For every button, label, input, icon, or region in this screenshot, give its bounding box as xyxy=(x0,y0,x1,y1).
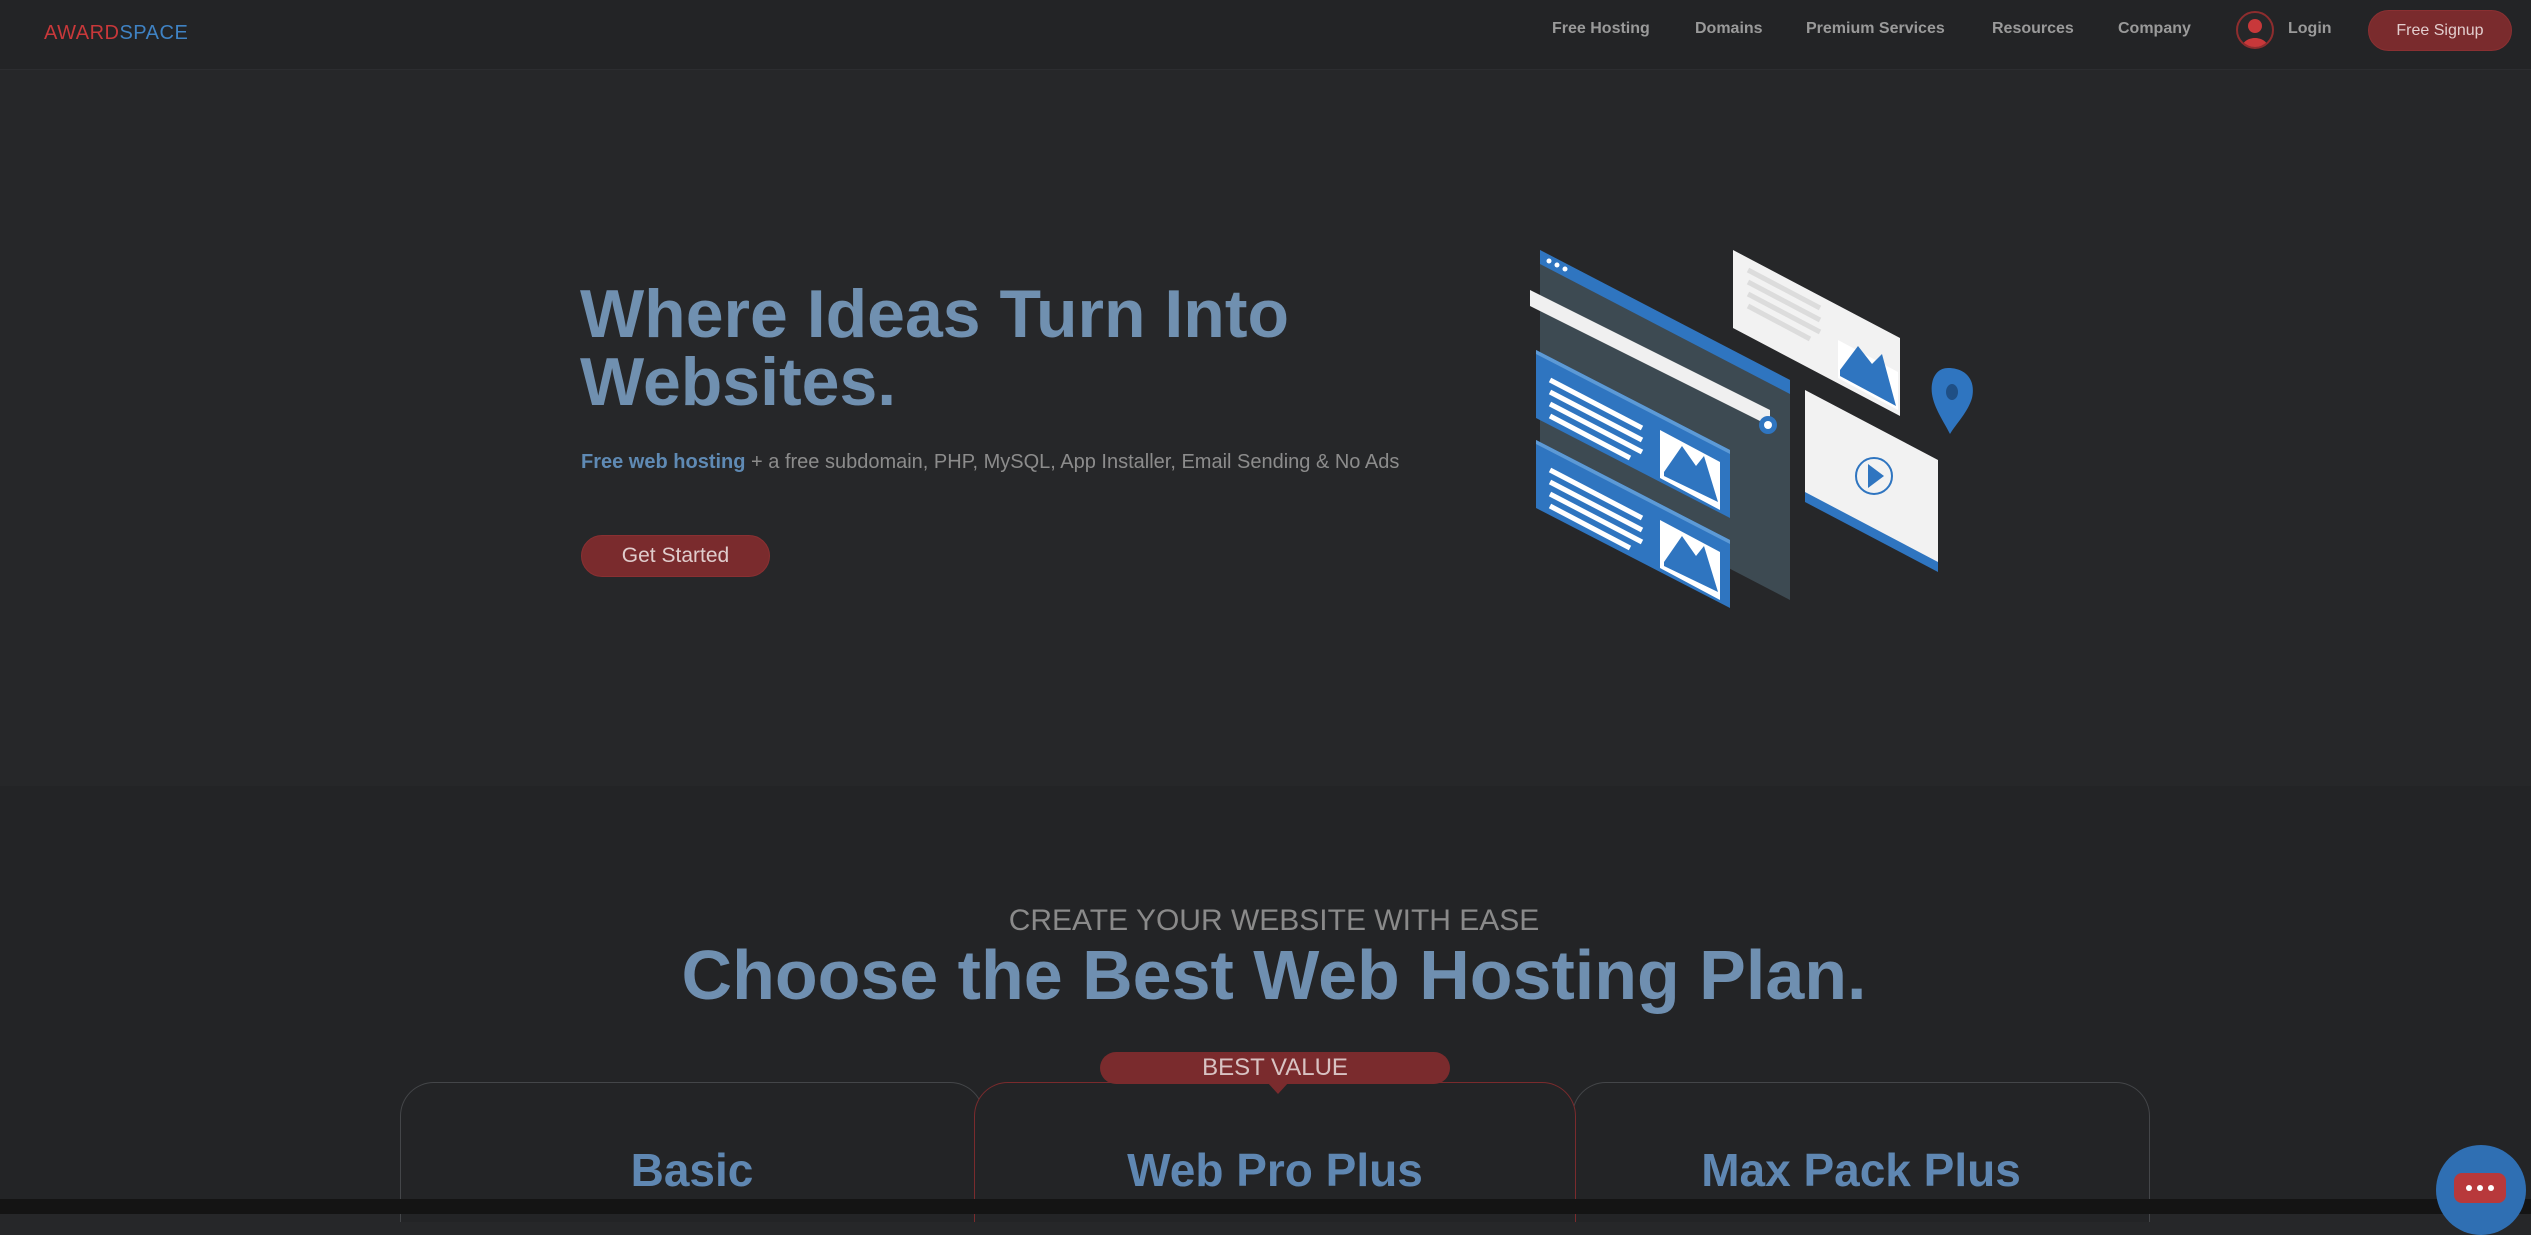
chat-bubble-icon xyxy=(2454,1173,2506,1203)
logo-award-text: AWARD xyxy=(44,22,120,44)
nav-premium-services[interactable]: Premium Services xyxy=(1806,20,1945,38)
best-value-badge-arrow xyxy=(1267,1082,1289,1094)
section-title: Choose the Best Web Hosting Plan. xyxy=(681,936,1867,1014)
website-builder-illustration xyxy=(1530,250,1973,608)
section-eyebrow: CREATE YOUR WEBSITE WITH EASE xyxy=(1008,904,1540,937)
chat-widget-button[interactable] xyxy=(2436,1145,2526,1235)
plan-name-basic: Basic xyxy=(630,1144,754,1196)
awardspace-logo[interactable]: AWARDSPACE xyxy=(44,22,188,45)
user-avatar-icon[interactable] xyxy=(2236,11,2274,49)
nav-company[interactable]: Company xyxy=(2118,20,2191,38)
nav-domains[interactable]: Domains xyxy=(1695,20,1763,38)
login-link[interactable]: Login xyxy=(2288,20,2332,38)
get-started-button[interactable]: Get Started xyxy=(581,535,770,577)
logo-space-text: SPACE xyxy=(119,22,189,44)
nav-free-hosting[interactable]: Free Hosting xyxy=(1552,20,1650,38)
plan-name-web-pro-plus: Web Pro Plus xyxy=(1127,1144,1423,1196)
hero-title: Where Ideas Turn Into Websites. xyxy=(580,276,1290,420)
nav-resources[interactable]: Resources xyxy=(1992,20,2074,38)
top-navbar: AWARDSPACE Free Hosting Domains Premium … xyxy=(0,0,2531,70)
free-signup-button[interactable]: Free Signup xyxy=(2368,10,2512,51)
hero-subtitle-highlight[interactable]: Free web hosting xyxy=(581,451,745,473)
bottom-bar xyxy=(0,1199,2531,1214)
best-value-badge: BEST VALUE xyxy=(1100,1052,1450,1084)
hero-subtitle-text: + a free subdomain, PHP, MySQL, App Inst… xyxy=(745,451,1400,473)
plan-name-max-pack-plus: Max Pack Plus xyxy=(1701,1144,2021,1196)
hero-subtitle: Free web hosting + a free subdomain, PHP… xyxy=(581,451,1399,474)
